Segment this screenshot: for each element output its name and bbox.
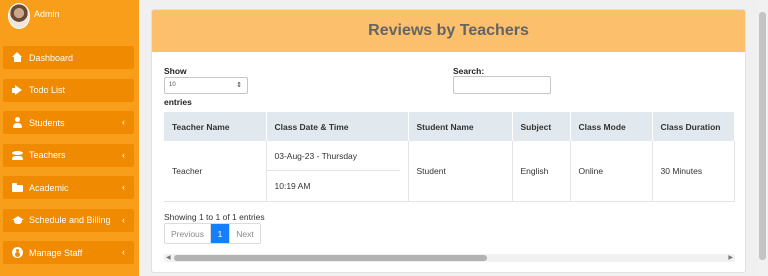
next-page-button[interactable]: Next <box>230 224 260 243</box>
column-header-class-duration[interactable]: Class Duration <box>652 112 735 141</box>
chevron-left-icon: ‹ <box>122 149 125 160</box>
table-header-row: Teacher Name Class Date & Time Student N… <box>164 112 735 141</box>
cell-teacher-name: Teacher <box>164 141 267 202</box>
sidebar-item-label: Dashboard <box>29 52 74 63</box>
cell-class-date: 03-Aug-23 - Thursday <box>266 141 400 172</box>
sidebar-item-label: Teachers <box>29 150 66 160</box>
page-title: Reviews by Teachers <box>368 22 529 39</box>
sidebar-item-label: Students <box>29 117 65 128</box>
chevron-left-icon: ‹ <box>122 214 125 225</box>
sidebar: Admin Dashboard Todo List Students ‹ Tea… <box>0 0 139 276</box>
horizontal-scrollbar[interactable]: ◀ ▶ <box>164 254 735 262</box>
previous-page-button[interactable]: Previous <box>165 224 211 243</box>
search-label: Search: <box>453 66 485 76</box>
cell-student-name: Student <box>408 141 513 202</box>
cell-subject: English <box>512 141 571 202</box>
avatar[interactable] <box>8 3 30 29</box>
sidebar-item-label: Todo List <box>29 85 66 95</box>
column-header-class-date-time[interactable]: Class Date & Time <box>266 112 409 141</box>
folder-icon <box>12 182 23 193</box>
chevron-left-icon: ‹ <box>122 247 125 257</box>
column-header-subject[interactable]: Subject <box>512 112 571 141</box>
card-header: Reviews by Teachers <box>152 10 745 52</box>
cell-class-mode: Online <box>570 141 653 202</box>
user-profile[interactable]: Admin <box>0 0 139 38</box>
reviews-card: Reviews by Teachers Show 10 ⇕ entries Se… <box>151 9 746 273</box>
sidebar-nav: Dashboard Todo List Students ‹ Teachers … <box>3 46 134 274</box>
scroll-left-icon[interactable]: ◀ <box>166 254 171 262</box>
user-circle-icon <box>12 247 23 258</box>
sidebar-item-teachers[interactable]: Teachers ‹ <box>3 143 134 167</box>
sidebar-item-label: Manage Staff <box>29 247 83 258</box>
sidebar-item-todo-list[interactable]: Todo List <box>3 78 134 102</box>
table-row: Teacher 03-Aug-23 - Thursday 10:19 AM St… <box>164 141 735 202</box>
sidebar-item-academic[interactable]: Academic ‹ <box>3 176 134 199</box>
sidebar-item-schedule-billing[interactable]: Schedule and Billing ‹ <box>3 208 134 232</box>
pagination: Previous 1 Next <box>164 223 261 244</box>
sidebar-item-label: Schedule and Billing <box>29 215 111 225</box>
horizontal-scroll-thumb[interactable] <box>174 255 487 261</box>
vertical-scrollbar[interactable] <box>757 0 768 276</box>
page-1-button[interactable]: 1 <box>211 224 230 243</box>
sidebar-item-dashboard[interactable]: Dashboard <box>3 46 134 69</box>
users-icon <box>12 150 23 161</box>
chevron-left-icon: ‹ <box>122 182 125 192</box>
chevron-left-icon: ‹ <box>122 117 125 127</box>
column-header-student-name[interactable]: Student Name <box>408 112 513 141</box>
megaphone-icon <box>12 84 23 96</box>
cell-class-time: 10:19 AM <box>274 180 311 191</box>
reviews-table: Teacher Name Class Date & Time Student N… <box>164 112 735 202</box>
sidebar-item-label: Academic <box>29 182 69 193</box>
vertical-scroll-thumb[interactable] <box>759 12 766 260</box>
graduation-cap-icon <box>12 215 24 226</box>
column-header-teacher-name[interactable]: Teacher Name <box>164 112 267 141</box>
entries-per-page-select[interactable]: 10 ⇕ <box>164 77 248 94</box>
search-input[interactable] <box>453 76 551 94</box>
cell-class-date-time: 03-Aug-23 - Thursday 10:19 AM <box>266 141 409 202</box>
sidebar-item-manage-staff[interactable]: Manage Staff ‹ <box>3 241 134 264</box>
entries-label: entries <box>164 97 192 107</box>
home-icon <box>12 52 23 63</box>
user-name[interactable]: Admin <box>34 9 60 19</box>
select-arrows-icon: ⇕ <box>236 82 242 89</box>
scroll-right-icon[interactable]: ▶ <box>728 254 733 262</box>
table-info: Showing 1 to 1 of 1 entries <box>164 212 265 222</box>
entries-per-page-value: 10 <box>169 82 176 88</box>
cell-class-duration: 30 Minutes <box>652 141 735 202</box>
show-label: Show <box>164 66 187 76</box>
user-icon <box>12 117 23 128</box>
column-header-class-mode[interactable]: Class Mode <box>570 112 653 141</box>
sidebar-item-students[interactable]: Students ‹ <box>3 111 134 134</box>
